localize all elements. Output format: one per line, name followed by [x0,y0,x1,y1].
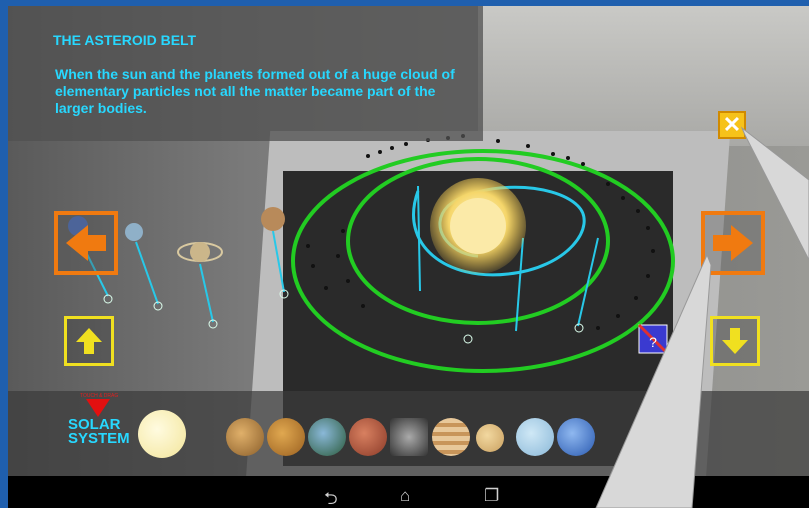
callout-pointer-close [740,126,809,261]
callout-pointer-next [595,253,712,508]
callout-pointers [595,126,809,508]
